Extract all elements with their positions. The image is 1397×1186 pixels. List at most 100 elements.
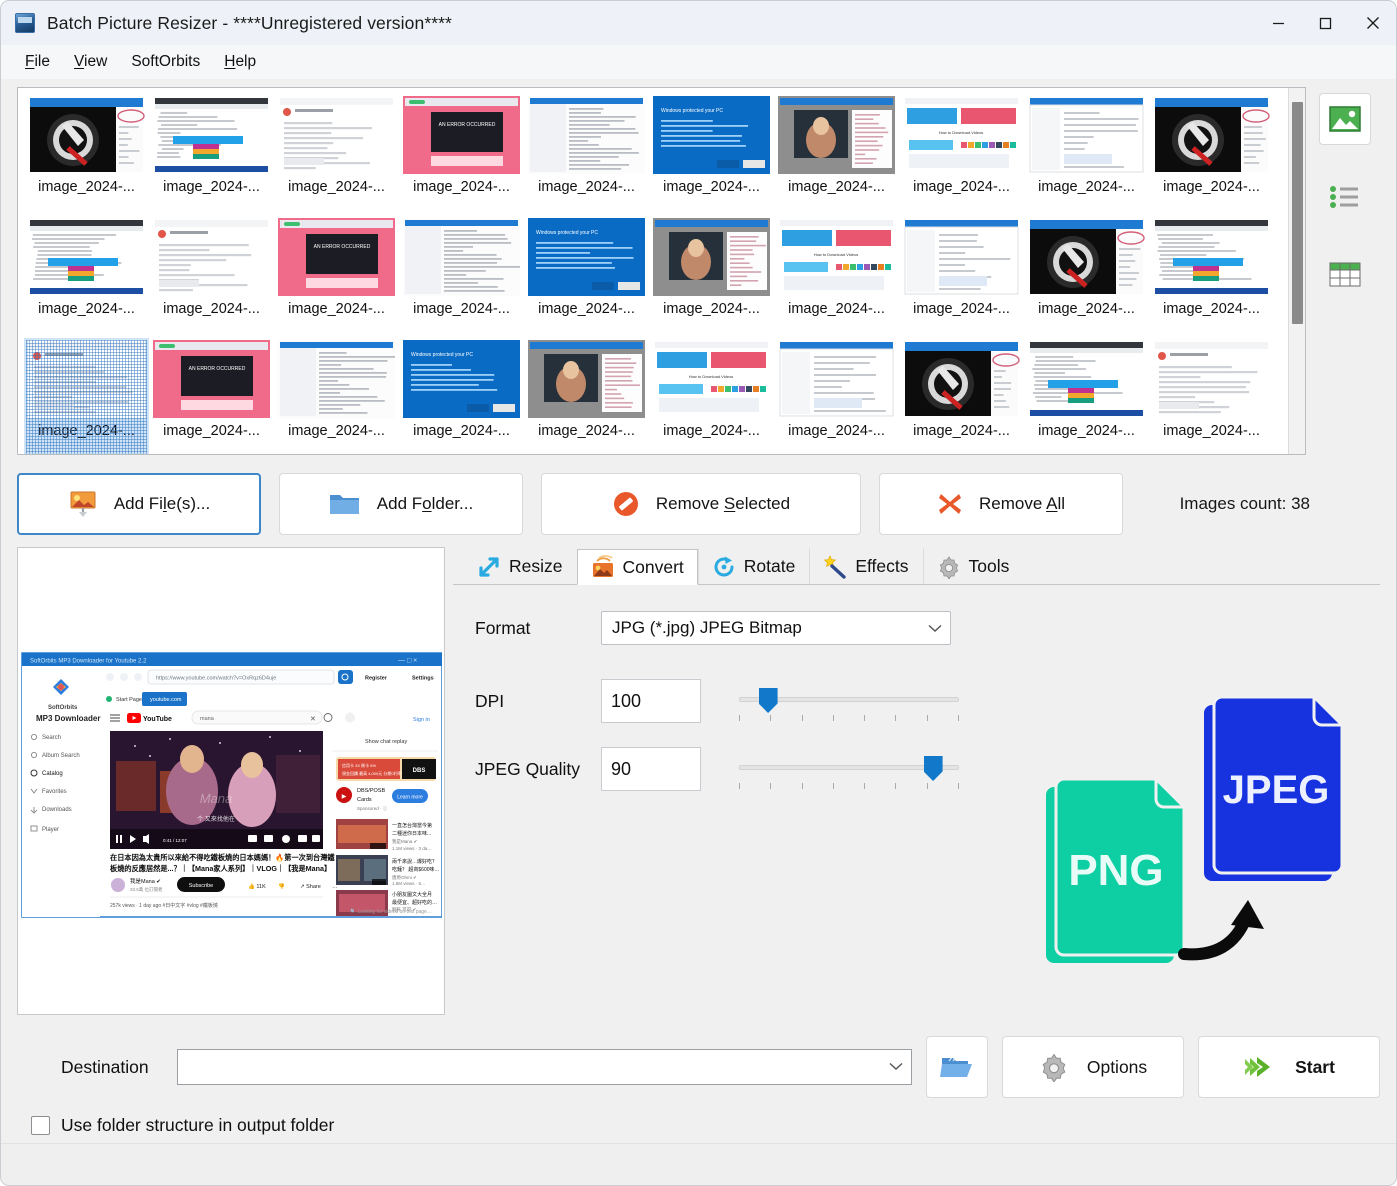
thumbnail-item[interactable]: image_2024-... <box>774 94 899 216</box>
thumbnail-item[interactable]: Windows protected your PCimage_2024-... <box>399 338 524 454</box>
thumbnail-item[interactable]: How to Download Videosimage_2024-... <box>649 338 774 454</box>
details-view-button[interactable] <box>1319 249 1371 301</box>
thumbnail-item[interactable]: How to Download Videosimage_2024-... <box>774 216 899 338</box>
jpeg-quality-slider-thumb[interactable] <box>924 756 943 781</box>
thumbnails-row: image_2024-...image_2024-...image_2024-.… <box>1 79 1396 455</box>
svg-text:mana: mana <box>200 716 215 722</box>
svg-text:How to Download Videos: How to Download Videos <box>814 252 859 257</box>
scrollbar-thumb[interactable] <box>1292 102 1303 324</box>
thumbnail-label: image_2024-... <box>788 423 885 439</box>
use-folder-structure-checkbox[interactable] <box>31 1116 50 1135</box>
tab-tools[interactable]: Tools <box>923 548 1024 584</box>
tab-resize[interactable]: Resize <box>463 548 577 584</box>
add-folder-button[interactable]: Add Folder... <box>279 473 523 535</box>
thumbnail-image <box>278 340 395 418</box>
window-title: Batch Picture Resizer - ****Unregistered… <box>47 13 452 34</box>
menu-view[interactable]: View <box>64 50 117 74</box>
thumbnail-image: AN ERROR OCCURRED <box>278 218 395 296</box>
thumbnail-item[interactable]: image_2024-... <box>1024 94 1149 216</box>
thumbnails-panel[interactable]: image_2024-...image_2024-...image_2024-.… <box>17 87 1306 455</box>
thumbnail-item[interactable]: image_2024-... <box>149 216 274 338</box>
dpi-slider[interactable] <box>739 679 959 723</box>
thumbnail-label: image_2024-... <box>538 301 635 317</box>
thumbnail-item[interactable]: image_2024-... <box>274 338 399 454</box>
destination-input[interactable] <box>177 1049 912 1085</box>
thumbnail-item[interactable]: image_2024-... <box>524 338 649 454</box>
thumbnail-label: image_2024-... <box>288 423 385 439</box>
thumbnail-item[interactable]: image_2024-... <box>274 94 399 216</box>
jpeg-quality-slider[interactable] <box>739 747 959 791</box>
menu-softorbits[interactable]: SoftOrbits <box>121 50 210 74</box>
thumbnail-item[interactable]: image_2024-... <box>524 94 649 216</box>
thumbnail-view-button[interactable] <box>1319 93 1371 145</box>
svg-text:兩千來說…爆好吃？: 兩千來說…爆好吃？ <box>392 858 437 865</box>
thumbnail-item[interactable]: image_2024-... <box>24 338 149 454</box>
format-select[interactable]: JPG (*.jpg) JPEG Bitmap <box>601 611 951 645</box>
remove-selected-button[interactable]: Remove Selected <box>541 473 861 535</box>
menu-bar: File View SoftOrbits Help <box>1 45 1396 79</box>
svg-text:Windows protected your PC: Windows protected your PC <box>411 352 473 358</box>
thumbnail-item[interactable]: AN ERROR OCCURREDimage_2024-... <box>274 216 399 338</box>
dpi-input[interactable]: 100 <box>601 679 701 723</box>
svg-text:小朋友圖文大全月: 小朋友圖文大全月 <box>392 891 432 898</box>
thumbnail-item[interactable]: image_2024-... <box>1024 338 1149 454</box>
thumbnail-image <box>28 96 145 174</box>
remove-all-button[interactable]: Remove All <box>879 473 1123 535</box>
minimize-button[interactable] <box>1255 1 1302 45</box>
dpi-slider-thumb[interactable] <box>759 688 778 713</box>
thumbnail-item[interactable]: AN ERROR OCCURREDimage_2024-... <box>149 338 274 454</box>
thumbnail-image <box>403 218 520 296</box>
start-button[interactable]: Start <box>1198 1036 1380 1098</box>
thumbnail-item[interactable]: image_2024-... <box>774 338 899 454</box>
thumbnail-item[interactable]: AN ERROR OCCURREDimage_2024-... <box>399 94 524 216</box>
add-folder-label: Add Folder... <box>377 494 473 514</box>
list-view-button[interactable] <box>1319 171 1371 223</box>
svg-text:AN ERROR OCCURRED: AN ERROR OCCURRED <box>314 244 371 250</box>
close-button[interactable] <box>1349 1 1396 45</box>
add-files-button[interactable]: Add File(s)... <box>17 473 261 535</box>
browse-folder-button[interactable] <box>926 1036 988 1098</box>
thumbnail-item[interactable]: image_2024-... <box>649 216 774 338</box>
thumbnail-item[interactable]: image_2024-... <box>24 216 149 338</box>
thumbnail-item[interactable]: image_2024-... <box>399 216 524 338</box>
thumbnail-item[interactable]: image_2024-... <box>1149 338 1274 454</box>
thumbnail-item[interactable]: image_2024-... <box>899 216 1024 338</box>
svg-text:唐原Ohmi ✔: 唐原Ohmi ✔ <box>392 874 417 881</box>
tab-effects[interactable]: Effects <box>809 548 922 584</box>
thumbnail-item[interactable]: image_2024-... <box>899 338 1024 454</box>
thumbnail-item[interactable]: image_2024-... <box>1149 94 1274 216</box>
thumbnail-image <box>1153 340 1270 418</box>
thumbnail-item[interactable]: image_2024-... <box>149 94 274 216</box>
thumbnails-scrollbar[interactable] <box>1288 88 1305 454</box>
svg-text:0:41 / 12:07: 0:41 / 12:07 <box>163 838 187 843</box>
jpeg-quality-input[interactable]: 90 <box>601 747 701 791</box>
svg-text:我是Mana ✔: 我是Mana ✔ <box>392 838 418 845</box>
open-folder-icon <box>940 1053 974 1081</box>
svg-text:Favorites: Favorites <box>42 789 67 795</box>
thumbnail-item[interactable]: Windows protected your PCimage_2024-... <box>649 94 774 216</box>
use-folder-structure-row[interactable]: Use folder structure in output folder <box>1 1103 1396 1143</box>
svg-text:Sponsored · ⓘ: Sponsored · ⓘ <box>357 805 388 812</box>
thumbnail-item[interactable]: How to Download Videosimage_2024-... <box>899 94 1024 216</box>
resize-icon <box>477 555 501 579</box>
jpeg-quality-label: JPEG Quality <box>453 759 601 780</box>
svg-text:Cards: Cards <box>357 797 372 803</box>
svg-text:SoftOrbits MP3 Downloader for: SoftOrbits MP3 Downloader for Youtube 2.… <box>30 659 147 665</box>
menu-file[interactable]: File <box>15 50 60 74</box>
tab-rotate[interactable]: Rotate <box>698 548 810 584</box>
options-button[interactable]: Options <box>1002 1036 1184 1098</box>
destination-bar: Destination <box>1 1025 1396 1103</box>
svg-text:— □ ×: — □ × <box>398 658 417 665</box>
svg-text:Sign in: Sign in <box>413 717 430 723</box>
thumbnail-item[interactable]: image_2024-... <box>1024 216 1149 338</box>
tab-convert[interactable]: Convert <box>577 549 698 585</box>
thumbnail-item[interactable]: image_2024-... <box>24 94 149 216</box>
menu-file-label-rest: ile <box>34 53 50 70</box>
status-bar <box>1 1143 1396 1185</box>
thumbnail-item[interactable]: image_2024-... <box>1149 216 1274 338</box>
thumbnail-label: image_2024-... <box>663 301 760 317</box>
menu-help[interactable]: Help <box>214 50 266 74</box>
maximize-button[interactable] <box>1302 1 1349 45</box>
thumbnail-item[interactable]: Windows protected your PCimage_2024-... <box>524 216 649 338</box>
svg-text:youtube.com: youtube.com <box>150 697 182 703</box>
